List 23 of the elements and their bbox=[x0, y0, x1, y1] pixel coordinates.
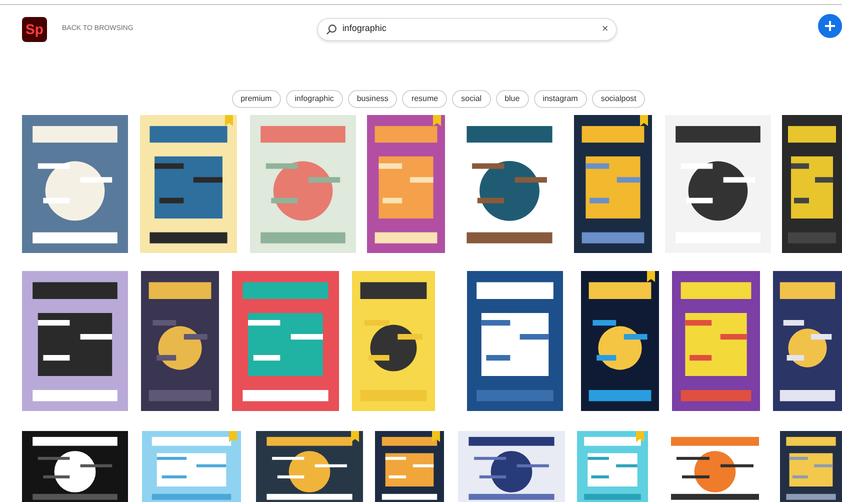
bookmark-icon bbox=[432, 431, 440, 442]
bookmark-icon bbox=[636, 431, 644, 442]
bookmark-icon bbox=[640, 115, 648, 126]
bookmark-icon bbox=[351, 431, 359, 442]
tag-chip[interactable]: socialpost bbox=[592, 90, 646, 108]
add-button[interactable] bbox=[818, 14, 842, 38]
app-logo[interactable]: Sp bbox=[22, 16, 47, 42]
tag-chip[interactable]: premium bbox=[232, 90, 281, 108]
search-field[interactable]: infographic × bbox=[317, 18, 618, 40]
tag-chip[interactable]: business bbox=[348, 90, 398, 108]
plus-icon bbox=[824, 20, 836, 32]
bookmark-icon bbox=[229, 431, 237, 442]
clear-button[interactable]: × bbox=[602, 24, 608, 34]
tag-chip[interactable]: resume bbox=[402, 90, 448, 108]
tag-chip[interactable]: social bbox=[452, 90, 491, 108]
tag-chip[interactable]: blue bbox=[496, 90, 529, 108]
bookmark-icon bbox=[647, 271, 655, 282]
bookmark-icon bbox=[433, 115, 441, 126]
tag-chip[interactable]: instagram bbox=[534, 90, 587, 108]
tag-chip[interactable]: infographic bbox=[286, 90, 343, 108]
search-text: infographic bbox=[342, 22, 388, 36]
search-icon bbox=[326, 24, 338, 34]
bookmark-icon bbox=[225, 115, 233, 126]
